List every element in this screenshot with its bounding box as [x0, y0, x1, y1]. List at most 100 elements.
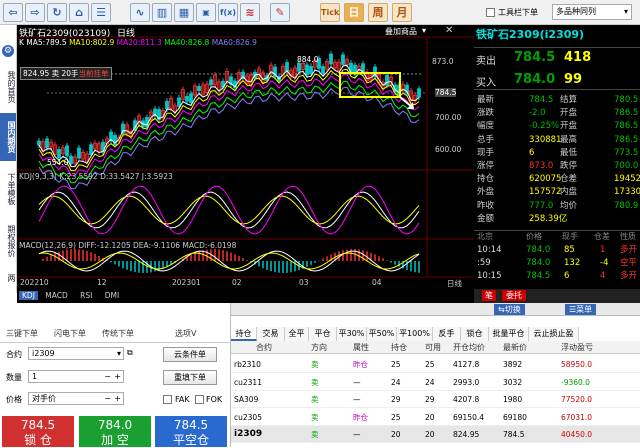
candle	[65, 145, 69, 157]
table-row[interactable]: rb2310 卖 昨仓 25 25 4127.8 3892 58950.0	[231, 356, 640, 373]
buy-row[interactable]: 买入 784.0 99	[474, 70, 640, 90]
grid-icon[interactable]: ▦	[174, 3, 194, 22]
table-cell: 784.5	[503, 430, 525, 439]
multi-product-select[interactable]: 多品种同列 ▾	[552, 4, 632, 20]
minus-icon[interactable]: −	[104, 393, 111, 404]
quantity-stepper[interactable]: 1 − +	[28, 370, 124, 383]
sidebar-item-order-template[interactable]: 下单模板	[0, 165, 16, 213]
quote-label: 最低	[560, 147, 578, 158]
sell-short-button[interactable]: 784.0 加 空	[79, 416, 151, 447]
cloud-condition-button[interactable]: 云条件单	[163, 347, 217, 362]
buy-lock-button[interactable]: 784.5 锁 仓	[2, 416, 74, 447]
table-row[interactable]: cu2305 卖 昨仓 25 20 69150.4 69180 67031.0	[231, 409, 640, 426]
chevron-down-icon[interactable]: ▾	[422, 26, 426, 35]
column-header[interactable]: 属性	[353, 341, 369, 355]
column-header[interactable]: 方向	[311, 341, 327, 355]
candle	[185, 96, 189, 102]
column-header[interactable]: 最新价	[503, 341, 527, 355]
home-icon[interactable]: ⌂	[69, 3, 89, 22]
candle	[329, 53, 333, 65]
chart-line-icon[interactable]: ∿	[130, 3, 150, 22]
tab-orders[interactable]: 委托	[502, 290, 526, 301]
column-header[interactable]: 开仓均价	[453, 341, 485, 355]
forward-arrow-icon[interactable]: ⇨	[25, 3, 45, 22]
month-period-button[interactable]: 月	[392, 3, 412, 22]
day-period-button[interactable]: 日	[344, 3, 364, 22]
positions-tab[interactable]: 平100%	[397, 327, 433, 341]
plus-icon[interactable]: +	[114, 371, 121, 382]
tab-dmi[interactable]: DMI	[100, 291, 124, 300]
toolbar-order-checkbox[interactable]	[486, 8, 495, 17]
quote-value: 784.5	[529, 95, 554, 105]
fak-checkbox[interactable]	[163, 395, 172, 404]
tab-rsi[interactable]: RSI	[75, 291, 97, 300]
price-input[interactable]: 对手价 − +	[28, 392, 124, 405]
quote-value: 777.0	[529, 200, 554, 211]
sidebar-item-more[interactable]: 两	[0, 271, 16, 285]
positions-tab[interactable]: 持仓	[231, 327, 257, 341]
column-header[interactable]: 浮动盈亏	[561, 341, 593, 355]
candle	[341, 54, 345, 65]
positions-tab[interactable]: 批量平仓	[489, 327, 529, 341]
candle	[305, 64, 309, 76]
sidebar-item-domestic-futures[interactable]: 国内期货	[0, 113, 16, 161]
column-header[interactable]: 可用	[425, 341, 441, 355]
tab-macd[interactable]: MACD	[40, 291, 72, 300]
tab-kdj[interactable]: KDJ	[19, 291, 38, 300]
minus-icon[interactable]: −	[104, 371, 111, 382]
positions-tab[interactable]: 反手	[433, 327, 461, 341]
positions-tab[interactable]: 平仓	[309, 327, 337, 341]
positions-tab[interactable]: 锁仓	[461, 327, 489, 341]
tick-cell: 1	[600, 245, 606, 255]
plus-icon[interactable]: +	[114, 393, 121, 404]
positions-tab[interactable]: 平50%	[367, 327, 397, 341]
column-header[interactable]: 合约	[256, 341, 272, 355]
kline-chart[interactable]: 铁矿石2309(023109) 日线 叠加商品 ▾ ✕ K MA5:789.5 …	[17, 25, 474, 303]
tick-cell: 85	[564, 245, 575, 255]
tab-trades[interactable]: 笔	[482, 290, 496, 301]
overlay-button[interactable]: 叠加商品	[385, 26, 417, 37]
sidebar-item-home[interactable]: 我的首页	[0, 65, 16, 109]
week-period-button[interactable]: 周	[368, 3, 388, 22]
table-cell: -9360.0	[561, 377, 590, 387]
fok-checkbox[interactable]	[195, 395, 204, 404]
close-short-button[interactable]: 784.5 平空仓	[155, 416, 227, 447]
contract-input[interactable]: i2309 ▾	[28, 347, 124, 360]
quote-label: 幅度	[477, 121, 495, 132]
back-arrow-icon[interactable]: ⇦	[3, 3, 23, 22]
fx-formula-icon[interactable]: f(x)	[218, 3, 238, 22]
table-cell: 24	[425, 377, 435, 387]
quote-label: 涨停	[477, 161, 495, 171]
order-tag-text: 824.95 卖 20手	[23, 69, 79, 78]
qty-label: 数量	[6, 373, 22, 382]
refresh-icon[interactable]: ↻	[47, 3, 67, 22]
note-icon[interactable]: ✎	[270, 3, 290, 22]
tab-lightning[interactable]: 闪电下单	[54, 325, 86, 342]
sell-row[interactable]: 卖出 784.5 418	[474, 47, 640, 67]
column-header[interactable]: 持仓	[391, 341, 407, 355]
copy-icon[interactable]: ⧉	[127, 348, 133, 358]
positions-tab[interactable]: 平30%	[337, 327, 367, 341]
positions-tab[interactable]: 全平	[285, 327, 309, 341]
quote-row: 最新 784.5 结算 780.5	[474, 94, 640, 106]
positions-tab[interactable]: 云止损止盈	[529, 327, 579, 341]
tab-traditional[interactable]: 传统下单	[102, 325, 134, 342]
gear-icon[interactable]: ⚙	[2, 45, 14, 57]
candlestick-icon[interactable]: ▥	[152, 3, 172, 22]
candle	[309, 65, 313, 75]
indicator-icon[interactable]: ≋	[240, 3, 260, 22]
order-line-tag[interactable]: 824.95 卖 20手当前挂单	[20, 67, 112, 80]
tab-three-key[interactable]: 三键下单	[6, 325, 38, 342]
table-row[interactable]: i2309 卖 — 20 20 824.95 784.5 40450.0	[231, 426, 640, 443]
trade-area: ⇆切换 ☰菜单 三键下单 闪电下单 传统下单 选项V 合约 i2309 ▾ ⧉ 云…	[0, 303, 640, 447]
tick-button[interactable]: Tick	[320, 3, 340, 22]
close-icon[interactable]: ✕	[445, 25, 453, 36]
table-row[interactable]: SA309 卖 — 29 29 4207.8 1980 77520.0	[231, 391, 640, 408]
table-row[interactable]: cu2311 卖 — 24 24 2993.0 3032 -9360.0	[231, 374, 640, 391]
tab-options[interactable]: 选项V	[175, 325, 196, 342]
box-icon[interactable]: ▣	[196, 3, 216, 22]
positions-tab[interactable]: 交易	[257, 327, 285, 341]
sidebar-item-option-quote[interactable]: 期权报价	[0, 217, 16, 265]
reset-order-button[interactable]: 重填下单	[163, 370, 217, 385]
list-icon[interactable]: ☰	[91, 3, 111, 22]
